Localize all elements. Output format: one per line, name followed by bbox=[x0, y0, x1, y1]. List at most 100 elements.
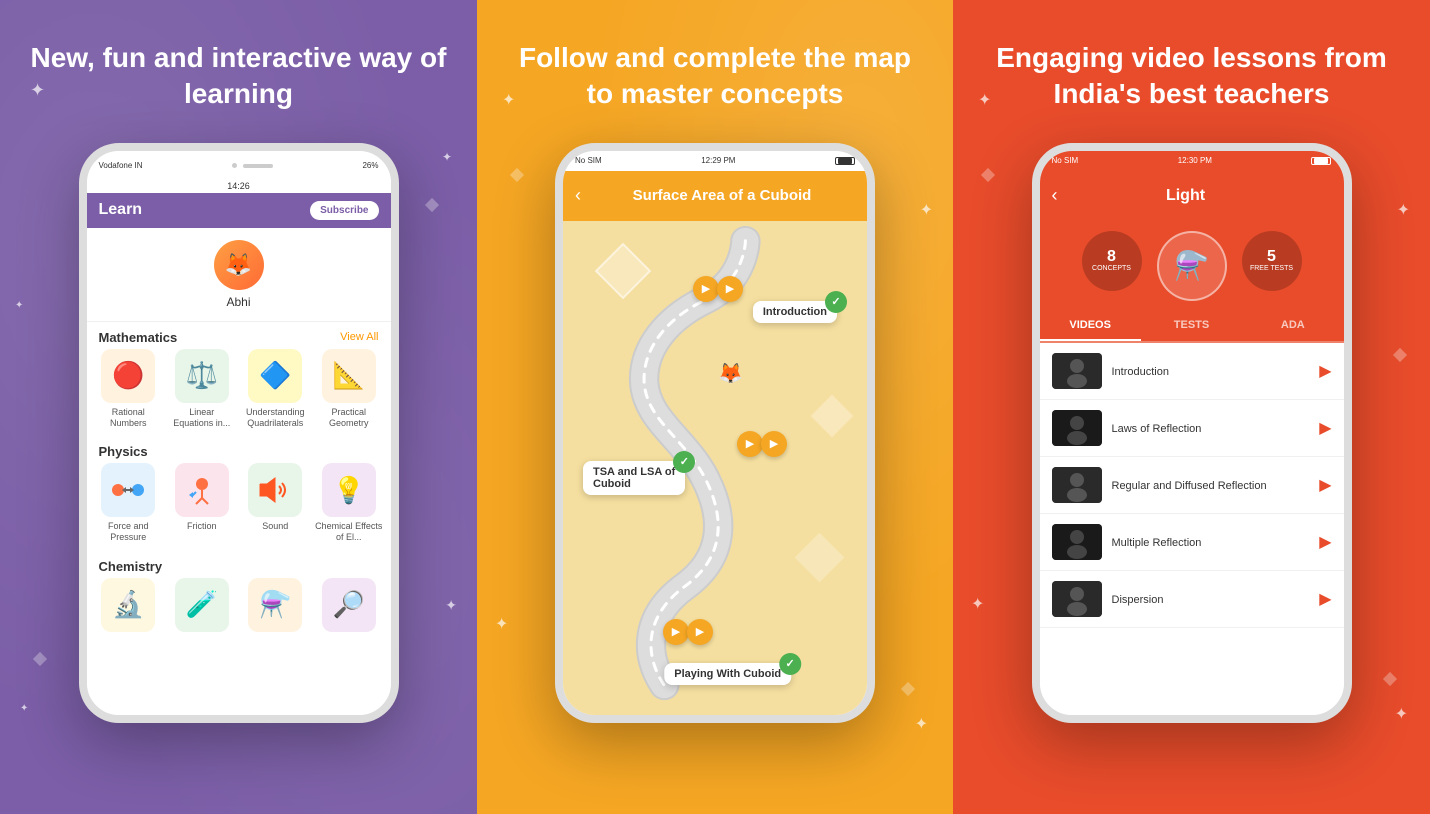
node-introduction[interactable]: Introduction ✓ bbox=[753, 301, 837, 323]
video-item-laws[interactable]: Laws of Reflection ▶ bbox=[1040, 400, 1344, 457]
star-decoration: ✦ bbox=[445, 597, 457, 614]
phone-time: 14:26 bbox=[87, 181, 391, 193]
play-button-multiple[interactable]: ▶ bbox=[1319, 532, 1331, 552]
video-thumb-multiple bbox=[1052, 524, 1102, 560]
tests-circle[interactable]: 5 FREE TESTS bbox=[1242, 231, 1302, 291]
concepts-circle[interactable]: 8 CONCEPTS bbox=[1082, 231, 1142, 291]
panel-2: ✦ ✦ ✦ ✦ Follow and complete the map to m… bbox=[477, 0, 953, 814]
chem1-icon: 🔬 bbox=[101, 578, 155, 632]
star-decoration: ✦ bbox=[15, 300, 23, 311]
quadrilaterals-label: Understanding Quadrilaterals bbox=[242, 407, 310, 429]
app-header: Learn Subscribe bbox=[87, 193, 391, 228]
p3-carrier: No SIM bbox=[1052, 156, 1079, 165]
view-all-math[interactable]: View All bbox=[340, 331, 378, 343]
diamond-decoration bbox=[1383, 672, 1397, 686]
app-title: Learn bbox=[99, 201, 143, 219]
subject-chem-4[interactable]: 🔎 bbox=[315, 578, 383, 636]
mascot: 🦊 bbox=[718, 361, 743, 386]
phone-mockup-1: Vodafone IN 26% 14:26 Learn Subscribe 🦊 … bbox=[79, 143, 399, 723]
force-label: Force and Pressure bbox=[95, 521, 163, 543]
video-info-dispersion: Dispersion bbox=[1112, 590, 1310, 608]
play-button-diffused[interactable]: ▶ bbox=[1319, 475, 1331, 495]
subject-chem-2[interactable]: 🧪 bbox=[168, 578, 236, 636]
subject-rational-numbers[interactable]: 🔴 Rational Numbers bbox=[95, 349, 163, 429]
play-button-laws[interactable]: ▶ bbox=[1319, 418, 1331, 438]
chem3-icon: ⚗️ bbox=[248, 578, 302, 632]
node-playing[interactable]: Playing With Cuboid ✓ bbox=[664, 663, 791, 685]
play-button-dispersion[interactable]: ▶ bbox=[1319, 589, 1331, 609]
science-icon-circle[interactable]: ⚗️ bbox=[1157, 231, 1227, 301]
map-title: Surface Area of a Cuboid bbox=[589, 187, 855, 204]
subject-chem-1[interactable]: 🔬 bbox=[95, 578, 163, 636]
quadrilaterals-icon: 🔷 bbox=[248, 349, 302, 403]
chemistry-section-header: Chemistry bbox=[87, 551, 391, 578]
star-decoration: ✦ bbox=[1397, 200, 1410, 220]
video-list: Introduction ▶ Laws of Reflecti bbox=[1040, 343, 1344, 723]
back-arrow-icon[interactable]: ‹ bbox=[575, 185, 581, 206]
video-item-multiple[interactable]: Multiple Reflection ▶ bbox=[1040, 514, 1344, 571]
battery-text: 26% bbox=[362, 161, 378, 170]
linear-equations-label: Linear Equations in... bbox=[168, 407, 236, 429]
video-item-dispersion[interactable]: Dispersion ▶ bbox=[1040, 571, 1344, 628]
diamond-decoration bbox=[33, 652, 47, 666]
tab-ada[interactable]: ADA bbox=[1242, 311, 1343, 341]
phone-mockup-2: No SIM 12:29 PM ‹ Surface Area of a Cubo… bbox=[555, 143, 875, 723]
video-thumb-laws bbox=[1052, 410, 1102, 446]
map-header: ‹ Surface Area of a Cuboid bbox=[563, 171, 867, 221]
avatar: 🦊 bbox=[214, 240, 264, 290]
username: Abhi bbox=[226, 295, 250, 309]
video-tabs: VIDEOS TESTS ADA bbox=[1040, 311, 1344, 343]
video-info-diffused: Regular and Diffused Reflection bbox=[1112, 476, 1310, 494]
sound-icon bbox=[248, 463, 302, 517]
friction-label: Friction bbox=[187, 521, 217, 532]
play-button-cuboid[interactable]: ▶ ▶ bbox=[663, 619, 713, 645]
p3-time: 12:30 PM bbox=[1178, 156, 1212, 165]
star-decoration: ✦ bbox=[442, 150, 452, 164]
chemistry-title: Chemistry bbox=[99, 559, 163, 574]
subject-quadrilaterals[interactable]: 🔷 Understanding Quadrilaterals bbox=[242, 349, 310, 429]
diamond-decoration bbox=[981, 168, 995, 182]
video-info-multiple: Multiple Reflection bbox=[1112, 533, 1310, 551]
play-button-intro[interactable]: ▶ ▶ bbox=[693, 276, 743, 302]
node-tsa[interactable]: TSA and LSA ofCuboid ✓ bbox=[583, 461, 685, 495]
geometry-label: Practical Geometry bbox=[315, 407, 383, 429]
app-content[interactable]: Mathematics View All 🔴 Rational Numbers … bbox=[87, 322, 391, 723]
subject-chem-3[interactable]: ⚗️ bbox=[242, 578, 310, 636]
math-section-header: Mathematics View All bbox=[87, 322, 391, 349]
play-button-tsa[interactable]: ▶ ▶ bbox=[737, 431, 787, 457]
video-item-diffused[interactable]: Regular and Diffused Reflection ▶ bbox=[1040, 457, 1344, 514]
physics-grid: Force and Pressure Friction bbox=[87, 463, 391, 551]
subject-force[interactable]: Force and Pressure bbox=[95, 463, 163, 543]
star-decoration: ✦ bbox=[1395, 704, 1408, 724]
chemical-label: Chemical Effects of El... bbox=[315, 521, 383, 543]
video-title-diffused: Regular and Diffused Reflection bbox=[1112, 480, 1267, 492]
subject-linear-equations[interactable]: ⚖️ Linear Equations in... bbox=[168, 349, 236, 429]
panel-2-title: Follow and complete the map to master co… bbox=[507, 40, 923, 113]
physics-section-header: Physics bbox=[87, 436, 391, 463]
phone-mockup-3: No SIM 12:30 PM ‹ Light 8 CONCEPTS ⚗️ 5 … bbox=[1032, 143, 1352, 723]
subscribe-button[interactable]: Subscribe bbox=[310, 201, 378, 220]
star-decoration: ✦ bbox=[495, 614, 508, 634]
video-title-dispersion: Dispersion bbox=[1112, 594, 1164, 606]
circles-row: 8 CONCEPTS ⚗️ 5 FREE TESTS bbox=[1040, 221, 1344, 311]
video-item-introduction[interactable]: Introduction ▶ bbox=[1040, 343, 1344, 400]
diamond-decoration bbox=[901, 682, 915, 696]
tab-videos[interactable]: VIDEOS bbox=[1040, 311, 1141, 341]
panel-1-title: New, fun and interactive way of learning bbox=[30, 40, 447, 113]
subject-friction[interactable]: Friction bbox=[168, 463, 236, 543]
concepts-count: 8 bbox=[1107, 249, 1116, 265]
subject-geometry[interactable]: 📐 Practical Geometry bbox=[315, 349, 383, 429]
teacher-thumbnail bbox=[1052, 353, 1102, 389]
physics-title: Physics bbox=[99, 444, 148, 459]
tab-tests[interactable]: TESTS bbox=[1141, 311, 1242, 341]
back-arrow-icon[interactable]: ‹ bbox=[1052, 185, 1058, 206]
concepts-label: CONCEPTS bbox=[1092, 265, 1131, 273]
subject-sound[interactable]: Sound bbox=[242, 463, 310, 543]
teacher-thumbnail-2 bbox=[1052, 410, 1102, 446]
play-button-introduction[interactable]: ▶ bbox=[1319, 361, 1331, 381]
video-topic-title: Light bbox=[1066, 187, 1306, 205]
panel-3-title: Engaging video lessons from India's best… bbox=[983, 40, 1400, 113]
subject-chemical[interactable]: 💡 Chemical Effects of El... bbox=[315, 463, 383, 543]
star-decoration: ✦ bbox=[920, 200, 933, 220]
linear-equations-icon: ⚖️ bbox=[175, 349, 229, 403]
